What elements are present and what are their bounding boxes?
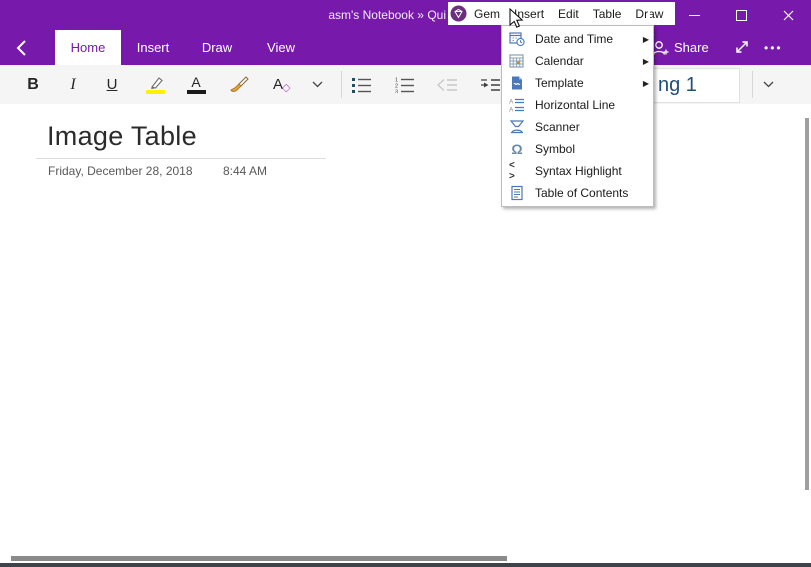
ribbon-tab-row: Home Insert Draw View Share ••• xyxy=(0,30,811,65)
outdent-button xyxy=(434,65,460,104)
share-label: Share xyxy=(674,40,709,55)
scanner-icon xyxy=(509,119,525,135)
chevron-down-icon xyxy=(312,81,323,88)
more-options-button[interactable]: ••• xyxy=(764,30,783,65)
menu-item-symbol[interactable]: Ω Symbol xyxy=(502,138,653,160)
styles-button[interactable]: A ◇ xyxy=(264,65,292,104)
page-canvas[interactable]: Image Table Friday, December 28, 2018 8:… xyxy=(0,104,811,552)
maximize-icon xyxy=(736,10,747,21)
toc-icon xyxy=(509,185,525,201)
page-date-row: Friday, December 28, 2018 8:44 AM xyxy=(48,164,348,178)
submenu-arrow-icon: ▶ xyxy=(643,57,649,66)
vertical-scrollbar[interactable] xyxy=(805,118,809,490)
format-painter-button[interactable] xyxy=(224,65,252,104)
style-gallery-dropdown-button[interactable] xyxy=(758,65,778,104)
menubar-item-insert[interactable]: Insert xyxy=(507,7,551,21)
svg-text:3: 3 xyxy=(395,89,398,93)
indent-button[interactable] xyxy=(477,65,503,104)
menubar-item-table[interactable]: Table xyxy=(586,7,629,21)
share-button[interactable]: Share xyxy=(650,30,709,65)
bullet-list-icon xyxy=(352,77,371,93)
insert-menu: Date and Time ▶ Calendar ▶ Template ▶ A xyxy=(501,25,654,207)
date-time-icon xyxy=(509,31,525,47)
close-button[interactable] xyxy=(766,0,811,30)
menu-item-calendar[interactable]: Calendar ▶ xyxy=(502,50,653,72)
bold-icon: B xyxy=(27,76,39,94)
menubar-separator xyxy=(648,5,650,22)
page-title[interactable]: Image Table xyxy=(47,121,197,152)
submenu-arrow-icon: ▶ xyxy=(643,35,649,44)
menubar-item-gem[interactable]: Gem xyxy=(467,7,507,21)
page-time: 8:44 AM xyxy=(223,164,267,178)
formatting-toolbar: B I U A A ◇ xyxy=(0,65,811,105)
back-chevron-icon xyxy=(13,38,33,58)
tab-view[interactable]: View xyxy=(249,30,313,65)
syntax-highlight-icon: < > xyxy=(509,163,525,179)
notebook-title[interactable]: asm's Notebook » Qui xyxy=(0,8,446,22)
tab-draw[interactable]: Draw xyxy=(185,30,249,65)
toolbar-overflow-button[interactable] xyxy=(306,65,328,104)
menu-item-syntax-highlight[interactable]: < > Syntax Highlight xyxy=(502,160,653,182)
gem-app-icon xyxy=(450,5,467,22)
styles-icon: A ◇ xyxy=(273,76,283,94)
italic-icon: I xyxy=(70,76,75,94)
highlighter-icon xyxy=(145,75,165,94)
chevron-down-icon xyxy=(763,81,774,88)
svg-text:A: A xyxy=(509,107,514,114)
menu-item-horizontal-line[interactable]: A A Horizontal Line xyxy=(502,94,653,116)
close-icon xyxy=(783,10,794,21)
underline-icon: U xyxy=(107,76,118,93)
format-painter-icon xyxy=(227,75,249,95)
numbered-list-button[interactable]: 1 2 3 xyxy=(391,65,417,104)
menu-item-scanner[interactable]: Scanner xyxy=(502,116,653,138)
expand-diagonal-icon xyxy=(731,36,753,58)
menu-item-date-and-time[interactable]: Date and Time ▶ xyxy=(502,28,653,50)
svg-text:A: A xyxy=(509,99,514,106)
submenu-arrow-icon: ▶ xyxy=(643,79,649,88)
outdent-icon xyxy=(437,78,457,92)
numbered-list-icon: 1 2 3 xyxy=(395,77,414,93)
minimize-icon xyxy=(689,15,700,16)
maximize-button[interactable] xyxy=(719,0,764,30)
highlighter-button[interactable] xyxy=(140,65,170,104)
fullscreen-button[interactable] xyxy=(731,36,755,60)
back-button[interactable] xyxy=(13,38,37,58)
font-color-icon: A xyxy=(187,75,206,94)
font-color-button[interactable]: A xyxy=(182,65,210,104)
horizontal-scrollbar[interactable] xyxy=(11,556,507,561)
italic-button[interactable]: I xyxy=(60,65,86,104)
menu-item-table-of-contents[interactable]: Table of Contents xyxy=(502,182,653,204)
titlebar: asm's Notebook » Qui xyxy=(0,0,811,30)
toolbar-divider xyxy=(341,71,342,98)
gem-menubar: Gem Insert Edit Table Draw xyxy=(448,2,675,25)
ellipsis-icon: ••• xyxy=(764,41,783,55)
underline-button[interactable]: U xyxy=(99,65,125,104)
calendar-icon xyxy=(509,53,525,69)
minimize-button[interactable] xyxy=(672,0,717,30)
bullet-list-button[interactable] xyxy=(348,65,374,104)
symbol-icon: Ω xyxy=(509,141,525,157)
window-bottom-border xyxy=(0,563,811,567)
bold-button[interactable]: B xyxy=(20,65,46,104)
tab-insert[interactable]: Insert xyxy=(121,30,185,65)
template-icon xyxy=(509,75,525,91)
indent-icon xyxy=(480,78,500,92)
menu-item-template[interactable]: Template ▶ xyxy=(502,72,653,94)
tab-home[interactable]: Home xyxy=(55,30,121,65)
menubar-item-edit[interactable]: Edit xyxy=(551,7,586,21)
style-gallery-divider xyxy=(752,71,753,98)
page-date: Friday, December 28, 2018 xyxy=(48,164,193,178)
page-title-rule xyxy=(36,158,326,159)
horizontal-line-icon: A A xyxy=(509,97,525,113)
